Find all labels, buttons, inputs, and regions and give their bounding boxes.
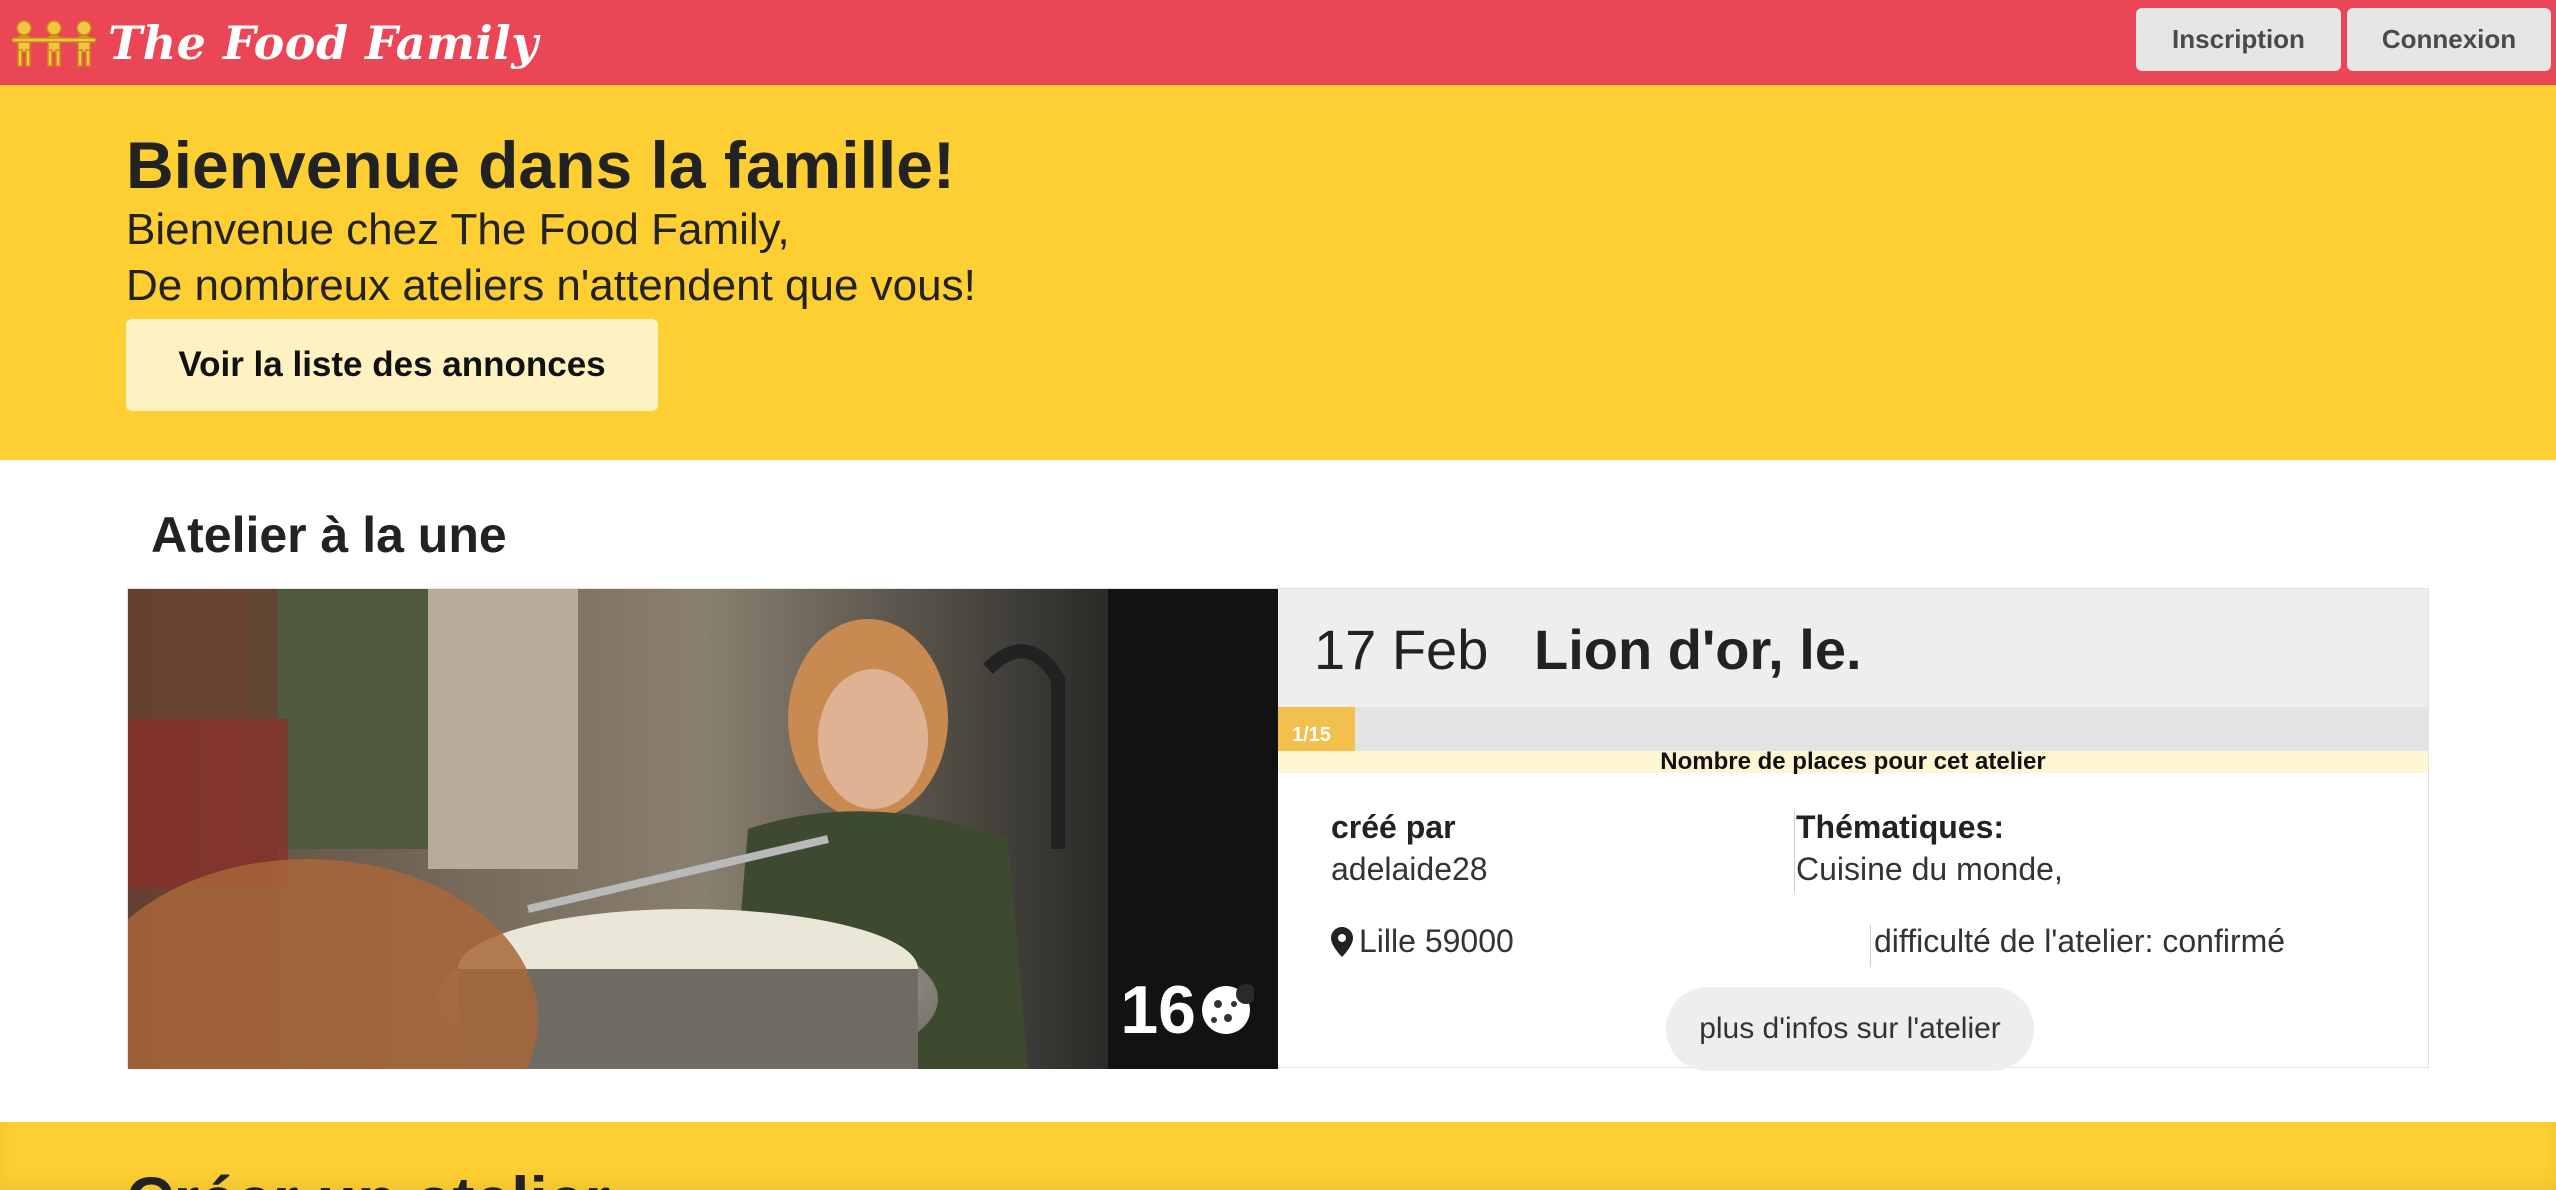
- created-by-label: créé par: [1331, 809, 1456, 845]
- difficulty-divider: [1870, 925, 1871, 967]
- atelier-details: 17 Feb Lion d'or, le. 1/15 Nombre de pla…: [1278, 589, 2428, 1071]
- hero-heading: Bienvenue dans la famille!: [126, 128, 955, 202]
- connexion-button[interactable]: Connexion: [2347, 8, 2551, 71]
- atelier-location: Lille 59000: [1331, 923, 1514, 960]
- atelier-header: 17 Feb Lion d'or, le.: [1278, 589, 2428, 707]
- create-atelier-section: Créer un atelier: [0, 1122, 2556, 1190]
- brand-title: The Food Family: [108, 16, 539, 70]
- themes-value: Cuisine du monde,: [1796, 851, 2063, 887]
- places-progress-bar: 1/15: [1278, 707, 2428, 751]
- atelier-difficulty: difficulté de l'atelier: confirmé: [1874, 923, 2286, 959]
- create-atelier-title: Créer un atelier: [126, 1162, 610, 1190]
- hero-banner: Bienvenue dans la famille! Bienvenue che…: [0, 85, 2556, 460]
- atelier-name[interactable]: Lion d'or, le.: [1534, 617, 1862, 682]
- map-pin-icon: [1331, 926, 1353, 957]
- themes-label: Thématiques:: [1796, 809, 2005, 845]
- featured-atelier-card: 16 17 Feb Lion d'or, le. 1/15 Nombre de …: [127, 588, 2429, 1071]
- created-by-value[interactable]: adelaide28: [1331, 851, 1488, 888]
- brand-logo[interactable]: The Food Family: [10, 10, 538, 76]
- cookie-icon: [1202, 984, 1254, 1034]
- atelier-points: 16: [1120, 971, 1254, 1049]
- atelier-date: 17 Feb: [1314, 618, 1489, 681]
- theme-divider: [1794, 811, 1795, 893]
- location-text: Lille 59000: [1359, 923, 1514, 959]
- featured-section-title: Atelier à la une: [151, 507, 507, 563]
- hero-subtitle-line1: Bienvenue chez The Food Family,: [126, 205, 790, 254]
- see-listings-button[interactable]: Voir la liste des annonces: [126, 319, 658, 411]
- hero-subtitle-line2: De nombreux ateliers n'attendent que vou…: [126, 261, 976, 310]
- people-chain-icon: [11, 20, 97, 67]
- more-info-button[interactable]: plus d'infos sur l'atelier: [1666, 987, 2034, 1071]
- points-value: 16: [1120, 972, 1196, 1048]
- atelier-photo[interactable]: 16: [128, 589, 1278, 1069]
- places-progress-fill: 1/15: [1278, 707, 1355, 751]
- places-label: Nombre de places pour cet atelier: [1278, 750, 2428, 774]
- atelier-photo-illustration: [128, 589, 1278, 1069]
- inscription-button[interactable]: Inscription: [2136, 8, 2341, 71]
- navbar: The Food Family Inscription Connexion: [0, 0, 2556, 85]
